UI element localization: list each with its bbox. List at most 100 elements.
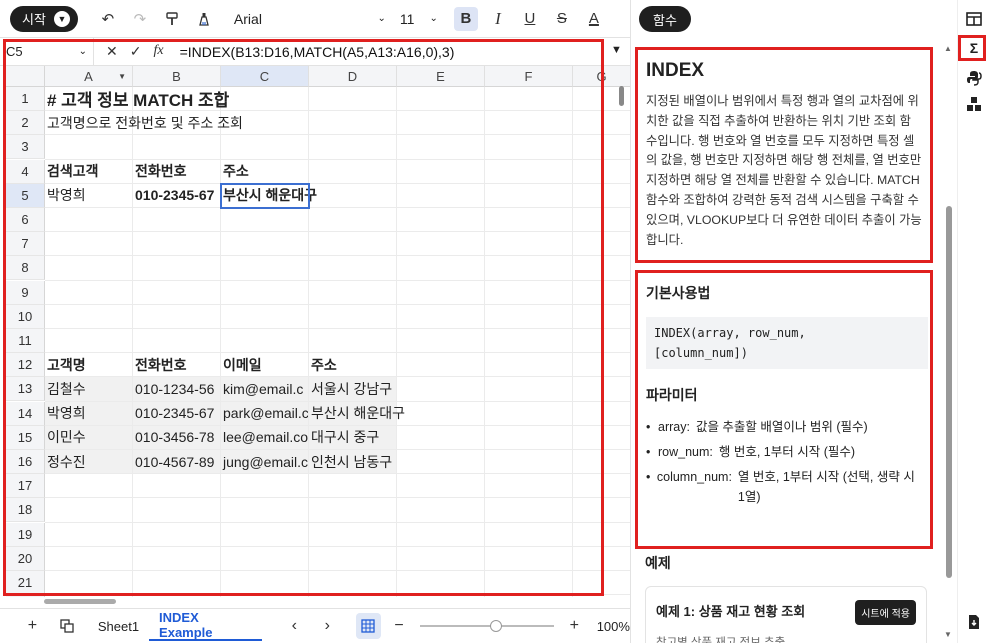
cell-e17[interactable] bbox=[397, 474, 485, 499]
cell-e9[interactable] bbox=[397, 280, 485, 305]
cell-a1[interactable]: # 고객 정보 MATCH 조합 bbox=[45, 87, 229, 112]
cell-f21[interactable] bbox=[485, 571, 573, 596]
cell-d8[interactable] bbox=[309, 256, 397, 281]
cell-f20[interactable] bbox=[485, 546, 573, 571]
row-header[interactable]: 4 bbox=[6, 159, 45, 184]
cell-a21[interactable] bbox=[45, 571, 133, 596]
cell-b10[interactable] bbox=[133, 304, 221, 329]
row-header[interactable]: 13 bbox=[6, 377, 45, 402]
cell-a17[interactable] bbox=[45, 474, 133, 499]
cell-c4[interactable]: 주소 bbox=[221, 159, 309, 184]
cell-e2[interactable] bbox=[397, 111, 485, 136]
row-header[interactable]: 6 bbox=[6, 208, 45, 232]
filter-dropdown-icon[interactable]: ▼ bbox=[118, 72, 126, 81]
cell-c15[interactable]: lee@email.co bbox=[221, 425, 309, 450]
cell-f12[interactable] bbox=[485, 353, 573, 378]
row-header[interactable]: 18 bbox=[6, 498, 45, 523]
cell-b7[interactable] bbox=[133, 232, 221, 257]
cancel-icon[interactable]: ✕ bbox=[106, 43, 118, 60]
cell-f5[interactable] bbox=[485, 183, 573, 208]
row-header[interactable]: 5 bbox=[6, 183, 45, 208]
cell-d10[interactable] bbox=[309, 304, 397, 329]
cell-a5[interactable]: 박영희 bbox=[45, 183, 133, 208]
font-size-select[interactable]: 11 ⌄ bbox=[396, 6, 442, 32]
cell-c22[interactable] bbox=[221, 595, 309, 597]
cell-d12[interactable]: 주소 bbox=[309, 353, 397, 378]
cell-g6[interactable] bbox=[573, 208, 631, 233]
cell-c5[interactable]: 부산시 해운대구 bbox=[220, 182, 317, 209]
zoom-in-icon[interactable]: + bbox=[562, 613, 587, 639]
cell-g15[interactable] bbox=[573, 425, 631, 450]
cell-d16[interactable]: 인천시 남동구 bbox=[309, 450, 397, 475]
cell-e11[interactable] bbox=[397, 329, 485, 354]
cell-g21[interactable] bbox=[573, 571, 631, 596]
cell-c21[interactable] bbox=[221, 571, 309, 596]
cell-f2[interactable] bbox=[485, 111, 573, 136]
cell-f17[interactable] bbox=[485, 474, 573, 499]
formula-input[interactable]: =INDEX(B13:D16,MATCH(A5,A13:A16,0),3) bbox=[176, 44, 630, 60]
cell-f18[interactable] bbox=[485, 498, 573, 523]
cell-c8[interactable] bbox=[221, 256, 309, 281]
confirm-icon[interactable]: ✓ bbox=[130, 43, 142, 60]
cell-b12[interactable]: 전화번호 bbox=[133, 353, 221, 378]
cell-f19[interactable] bbox=[485, 522, 573, 547]
cell-b19[interactable] bbox=[133, 522, 221, 547]
strikethrough-icon[interactable]: S bbox=[550, 7, 574, 31]
panel-tab-functions[interactable]: 함수 bbox=[639, 6, 691, 32]
cell-a9[interactable] bbox=[45, 280, 133, 305]
bold-icon[interactable]: B bbox=[453, 6, 478, 31]
cell-b22[interactable] bbox=[133, 595, 221, 597]
cell-b9[interactable] bbox=[133, 280, 221, 305]
cell-f1[interactable] bbox=[485, 87, 573, 112]
chevron-left-icon[interactable]: ‹ bbox=[282, 613, 307, 639]
cell-g16[interactable] bbox=[573, 450, 631, 475]
sheet-tab-sheet1[interactable]: Sheet1 bbox=[88, 611, 149, 641]
row-header[interactable]: 22 bbox=[6, 595, 45, 597]
cell-f16[interactable] bbox=[485, 450, 573, 475]
cell-e12[interactable] bbox=[397, 353, 485, 378]
cell-d7[interactable] bbox=[309, 232, 397, 257]
row-header[interactable]: 21 bbox=[6, 571, 45, 595]
cell-a2[interactable]: 고객명으로 전화번호 및 주소 조회 bbox=[45, 111, 243, 136]
cell-a15[interactable]: 이민수 bbox=[45, 425, 133, 450]
cell-d14[interactable]: 부산시 해운대구 bbox=[309, 401, 405, 426]
cell-g12[interactable] bbox=[573, 353, 631, 378]
clear-format-icon[interactable] bbox=[192, 7, 216, 31]
cell-e5[interactable] bbox=[397, 183, 485, 208]
cell-b14[interactable]: 010-2345-67 bbox=[133, 401, 221, 426]
cell-g3[interactable] bbox=[573, 135, 631, 160]
cell-b20[interactable] bbox=[133, 546, 221, 571]
cell-g10[interactable] bbox=[573, 304, 631, 329]
cell-d6[interactable] bbox=[309, 208, 397, 233]
cell-e22[interactable] bbox=[397, 595, 485, 597]
cell-e7[interactable] bbox=[397, 232, 485, 257]
cell-a14[interactable]: 박영희 bbox=[45, 401, 133, 426]
italic-icon[interactable]: I bbox=[486, 7, 510, 31]
cell-g4[interactable] bbox=[573, 159, 631, 184]
row-header[interactable]: 17 bbox=[6, 474, 45, 499]
cell-g13[interactable] bbox=[573, 377, 631, 402]
cell-f4[interactable] bbox=[485, 159, 573, 184]
panel-scrollbar[interactable] bbox=[946, 206, 952, 578]
cell-d9[interactable] bbox=[309, 280, 397, 305]
python-icon[interactable] bbox=[964, 68, 984, 88]
cell-c18[interactable] bbox=[221, 498, 309, 523]
cell-g18[interactable] bbox=[573, 498, 631, 523]
cell-d19[interactable] bbox=[309, 522, 397, 547]
cell-a19[interactable] bbox=[45, 522, 133, 547]
column-header-c[interactable]: C bbox=[221, 66, 309, 87]
row-header[interactable]: 3 bbox=[6, 135, 45, 160]
cell-c7[interactable] bbox=[221, 232, 309, 257]
row-header[interactable]: 2 bbox=[6, 111, 45, 136]
cell-a13[interactable]: 김철수 bbox=[45, 377, 133, 402]
cell-f6[interactable] bbox=[485, 208, 573, 233]
row-header[interactable]: 8 bbox=[6, 256, 45, 281]
scroll-down-icon[interactable]: ▼ bbox=[944, 630, 952, 639]
grid-view-icon[interactable] bbox=[355, 613, 381, 639]
cell-b15[interactable]: 010-3456-78 bbox=[133, 425, 221, 450]
row-header[interactable]: 19 bbox=[6, 522, 45, 547]
cell-d5[interactable] bbox=[309, 183, 397, 208]
cell-e6[interactable] bbox=[397, 208, 485, 233]
spreadsheet-grid[interactable]: A ▼ B C D E F G 1 2 3 4 5 6 7 8 9 10 11 12 13 14 15 16 1… bbox=[6, 66, 631, 597]
cell-b8[interactable] bbox=[133, 256, 221, 281]
